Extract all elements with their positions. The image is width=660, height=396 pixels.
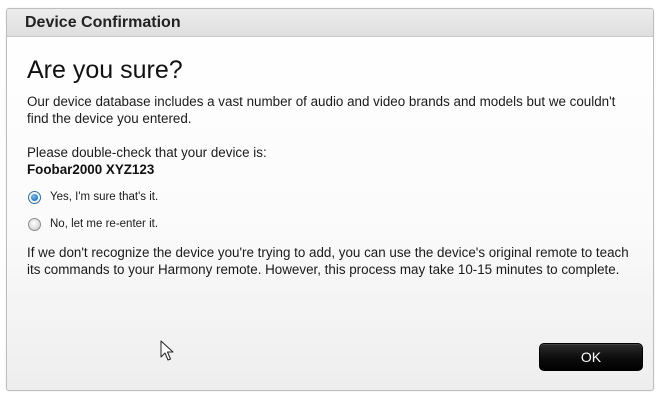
intro-text: Our device database includes a vast numb…: [27, 94, 616, 126]
dialog-content: Are you sure? Our device database includ…: [27, 55, 637, 278]
dialog-titlebar: Device Confirmation: [7, 9, 653, 37]
device-confirmation-dialog: Device Confirmation Are you sure? Our de…: [6, 8, 654, 391]
option-yes[interactable]: Yes, I'm sure that's it.: [27, 188, 637, 206]
option-no-label[interactable]: No, let me re-enter it.: [50, 218, 158, 230]
dialog-title: Device Confirmation: [25, 13, 181, 31]
explanation-text: If we don't recognize the device you're …: [27, 245, 629, 277]
radio-yes[interactable]: [28, 190, 41, 204]
option-no[interactable]: No, let me re-enter it.: [27, 215, 637, 233]
device-name: Foobar2000 XYZ123: [27, 162, 155, 177]
dialog-heading: Are you sure?: [27, 56, 183, 84]
ok-button[interactable]: OK: [539, 343, 643, 371]
double-check-label: Please double-check that your device is:: [27, 145, 267, 160]
mouse-pointer-icon: [160, 340, 174, 361]
radio-no[interactable]: [28, 217, 41, 231]
option-yes-label[interactable]: Yes, I'm sure that's it.: [50, 191, 158, 203]
